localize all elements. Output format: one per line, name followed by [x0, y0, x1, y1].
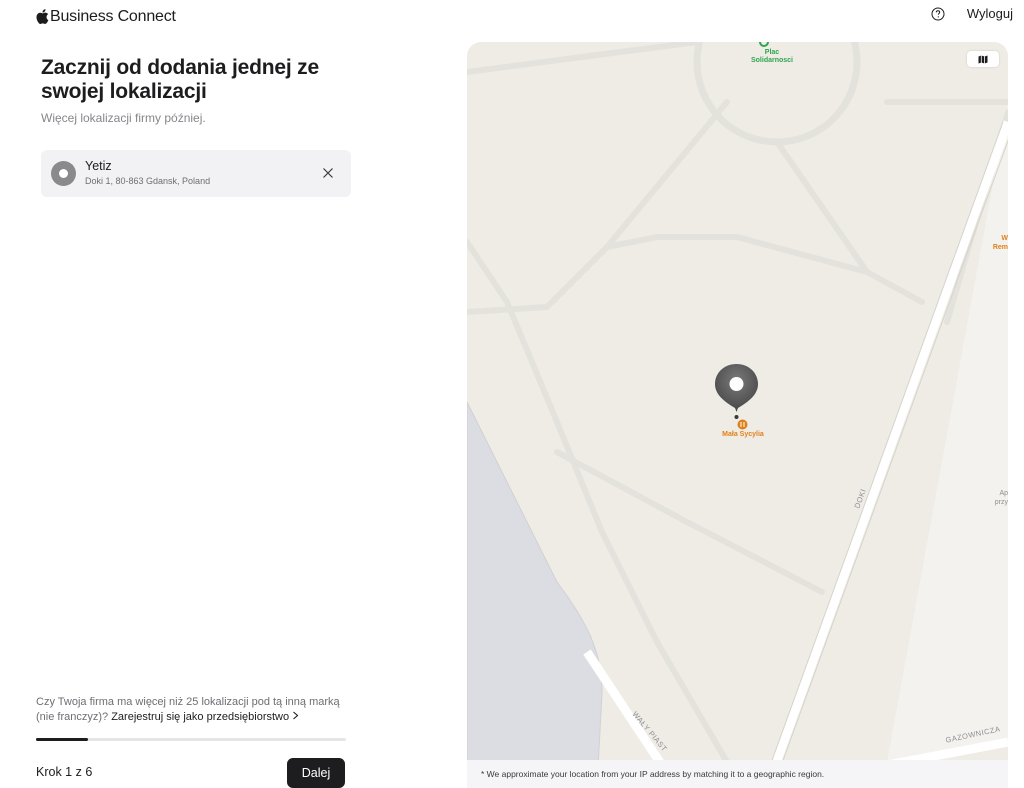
page-title: Zacznij od dodania jednej ze swojej loka…: [41, 56, 319, 103]
location-address: Doki 1, 80-863 Gdansk, Poland: [85, 176, 211, 186]
enterprise-register-link[interactable]: Zarejestruj się jako przedsiębiorstwo: [111, 711, 299, 723]
poi-plac-label: Plac Solidarnosci: [750, 49, 793, 64]
enterprise-prompt: Czy Twoja firma ma więcej niż 25 lokaliz…: [36, 695, 356, 725]
next-button[interactable]: Dalej: [287, 758, 345, 788]
brand-logo[interactable]: Business Connect: [36, 8, 176, 26]
selected-location-pin-icon: [715, 364, 758, 419]
apple-icon: [36, 8, 49, 24]
poi-ap: Ap: [999, 490, 1008, 497]
brand-name: Business Connect: [50, 8, 176, 25]
map-icon[interactable]: [967, 51, 999, 67]
chevron-right-icon: [293, 711, 299, 720]
logout-link[interactable]: Wyloguj: [967, 6, 1013, 21]
location-pin-icon: [51, 161, 76, 186]
progress-fill: [36, 738, 88, 741]
poi-rem: Rem: [992, 244, 1008, 251]
close-icon[interactable]: [320, 165, 336, 181]
progress-bar: [36, 738, 346, 741]
map-view[interactable]: Plac Solidarnosci W Rem Ap przy Mała Syc…: [467, 42, 1008, 788]
question-circle-icon[interactable]: [931, 7, 945, 21]
location-name: Yetiz: [85, 159, 112, 173]
poi-przy: przy: [994, 499, 1008, 506]
page-subtitle: Więcej lokalizacji firmy później.: [41, 111, 206, 125]
poi-mala-sycylia: Mała Sycylia: [722, 431, 764, 438]
step-indicator: Krok 1 z 6: [36, 765, 93, 779]
selected-location-card[interactable]: Yetiz Doki 1, 80-863 Gdansk, Poland: [41, 150, 351, 197]
map-footer-note: * We approximate your location from your…: [467, 760, 1008, 788]
poi-rem-top: W: [1001, 235, 1008, 242]
